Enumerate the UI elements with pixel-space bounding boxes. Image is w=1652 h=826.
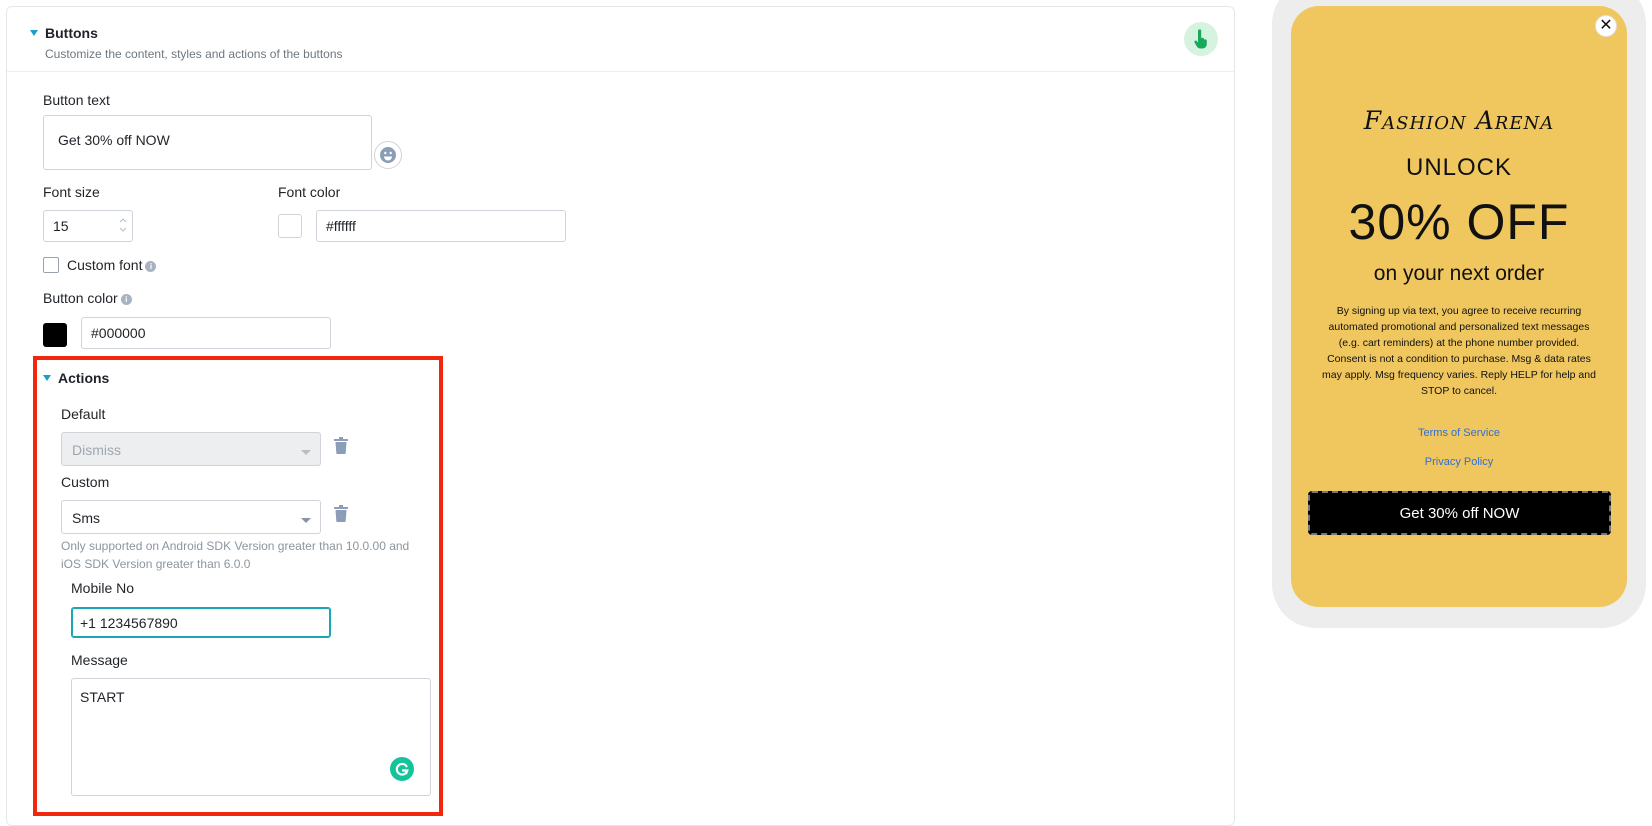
font-color-swatch[interactable] <box>278 214 302 238</box>
custom-font-label: Custom font i <box>67 257 157 273</box>
custom-action-select[interactable]: Sms <box>61 500 321 534</box>
custom-action-value: Sms <box>72 510 100 526</box>
emoji-picker-button[interactable] <box>374 141 402 169</box>
section-subtitle: Customize the content, styles and action… <box>45 47 343 61</box>
mobile-no-input[interactable]: +1 1234567890 <box>71 607 331 638</box>
default-action-label: Default <box>61 406 106 422</box>
message-label: Message <box>71 652 128 668</box>
unlock-text: UNLOCK <box>1405 154 1513 181</box>
brand-logo-text: Fashion Arena <box>1363 106 1555 135</box>
sdk-helper-text: Only supported on Android SDK Version gr… <box>61 539 410 571</box>
font-size-stepper[interactable]: 15 <box>43 210 133 242</box>
legal-disclaimer: By signing up via text, you agree to rec… <box>1322 305 1596 397</box>
emoji-icon <box>380 147 396 163</box>
custom-font-checkbox[interactable] <box>43 257 59 273</box>
font-color-value: #ffffff <box>326 218 356 234</box>
button-color-input[interactable]: #000000 <box>81 317 331 349</box>
caret-down-icon[interactable] <box>43 375 51 381</box>
cta-button[interactable]: Get 30% off NOW <box>1308 491 1611 535</box>
privacy-policy-link[interactable]: Privacy Policy <box>1291 456 1627 468</box>
message-textarea[interactable]: START <box>71 678 431 796</box>
close-icon[interactable]: ✕ <box>1595 15 1617 37</box>
grammarly-icon[interactable] <box>390 757 414 781</box>
section-title: Buttons <box>45 25 98 41</box>
font-size-label: Font size <box>43 184 100 200</box>
caret-down-icon[interactable] <box>30 30 38 36</box>
actions-title[interactable]: Actions <box>58 370 109 386</box>
font-size-value: 15 <box>53 218 69 234</box>
default-action-select: Dismiss <box>61 432 321 466</box>
font-color-input[interactable]: #ffffff <box>316 210 566 242</box>
mobile-no-value: +1 1234567890 <box>80 615 178 631</box>
hand-pointer-icon <box>1184 22 1218 56</box>
chevron-down-icon <box>301 518 311 523</box>
button-color-label: Button color i <box>43 290 132 306</box>
info-icon: i <box>145 260 157 272</box>
font-color-label: Font color <box>278 184 341 200</box>
next-order-text: on your next order <box>1373 262 1545 285</box>
default-action-value: Dismiss <box>72 442 121 458</box>
section-header[interactable]: Buttons Customize the content, styles an… <box>7 7 1234 72</box>
button-text-input[interactable]: Get 30% off NOW <box>43 115 372 170</box>
chevron-down-icon <box>301 450 311 455</box>
message-value: START <box>80 689 125 705</box>
info-icon: i <box>120 293 132 305</box>
trash-icon[interactable] <box>334 505 348 522</box>
trash-icon[interactable] <box>334 437 348 454</box>
button-color-swatch[interactable] <box>43 323 67 347</box>
terms-of-service-link[interactable]: Terms of Service <box>1291 427 1627 439</box>
discount-headline: 30% OFF <box>1348 194 1570 250</box>
mobile-no-label: Mobile No <box>71 580 135 596</box>
stepper-arrows-icon[interactable] <box>119 215 127 235</box>
button-color-value: #000000 <box>91 325 146 341</box>
button-text-value: Get 30% off NOW <box>58 132 170 148</box>
button-text-label: Button text <box>43 92 110 108</box>
custom-action-label: Custom <box>61 474 110 490</box>
